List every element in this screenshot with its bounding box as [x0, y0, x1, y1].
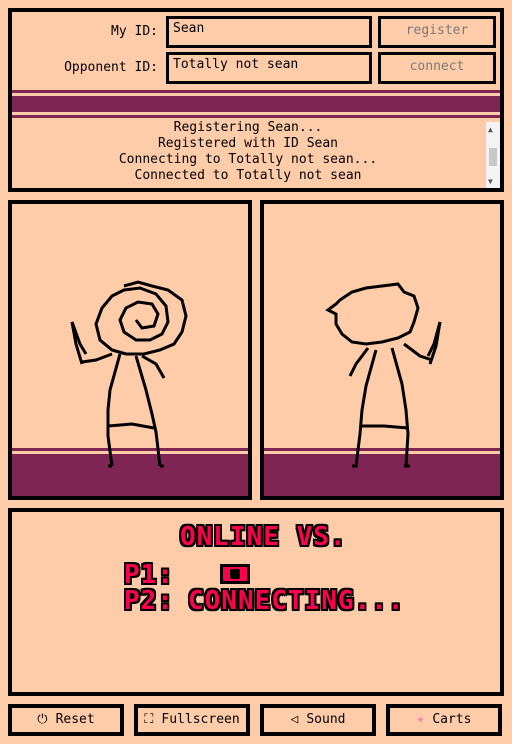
log-line: Connected to Totally not sean: [134, 168, 362, 183]
fullscreen-button[interactable]: ⛶ Fullscreen: [134, 704, 250, 736]
scroll-up-icon[interactable]: ▲: [488, 126, 493, 134]
divider-band: [12, 96, 500, 112]
game-status-panel: ONLINE VS. P1: P2: CONNECTING...: [8, 508, 504, 696]
player-one-view: [8, 200, 252, 500]
reset-button[interactable]: ⏻ Reset: [8, 704, 124, 736]
p2-status: CONNECTING...: [188, 586, 405, 616]
divider-stripe: [12, 115, 500, 118]
log-line: Registering Sean...: [173, 120, 323, 135]
reset-label: Reset: [55, 712, 95, 727]
log-line: Registered with ID Sean: [157, 136, 338, 151]
my-id-label: My ID:: [111, 24, 158, 39]
scroll-down-icon[interactable]: ▼: [488, 178, 493, 186]
player-two-view: [260, 200, 504, 500]
carts-button[interactable]: ✦ Carts: [386, 704, 502, 736]
log-scrollbar[interactable]: ▲ ▼: [486, 122, 500, 188]
player-one-scene: [12, 280, 248, 496]
speaker-icon: ◁: [290, 712, 299, 727]
fullscreen-icon: ⛶: [144, 712, 154, 727]
divider-stripe: [12, 90, 500, 93]
register-button[interactable]: register: [378, 16, 496, 48]
scrollbar-thumb[interactable]: [489, 148, 497, 166]
sound-button[interactable]: ◁ Sound: [260, 704, 376, 736]
power-icon: ⏻: [37, 712, 48, 727]
connect-button[interactable]: connect: [378, 52, 496, 84]
connection-log: Registering Sean... Registered with ID S…: [12, 120, 484, 188]
fullscreen-label: Fullscreen: [161, 712, 240, 727]
player-two-scene: [264, 282, 500, 496]
my-id-field[interactable]: Sean: [166, 16, 372, 48]
carts-label: Carts: [432, 712, 472, 727]
p2-label: P2:: [124, 586, 174, 616]
player-one-status-icon: [220, 564, 250, 584]
opponent-id-field[interactable]: Totally not sean: [166, 52, 372, 84]
log-line: Connecting to Totally not sean...: [118, 152, 378, 167]
game-mode-title: ONLINE VS.: [180, 522, 347, 552]
player-one-character: [70, 280, 188, 468]
carts-icon: ✦: [416, 712, 425, 727]
player-two-character: [325, 282, 442, 468]
connection-panel: My ID: Sean register Opponent ID: Totall…: [8, 8, 504, 192]
sound-label: Sound: [306, 712, 346, 727]
opponent-id-label: Opponent ID:: [64, 60, 158, 75]
